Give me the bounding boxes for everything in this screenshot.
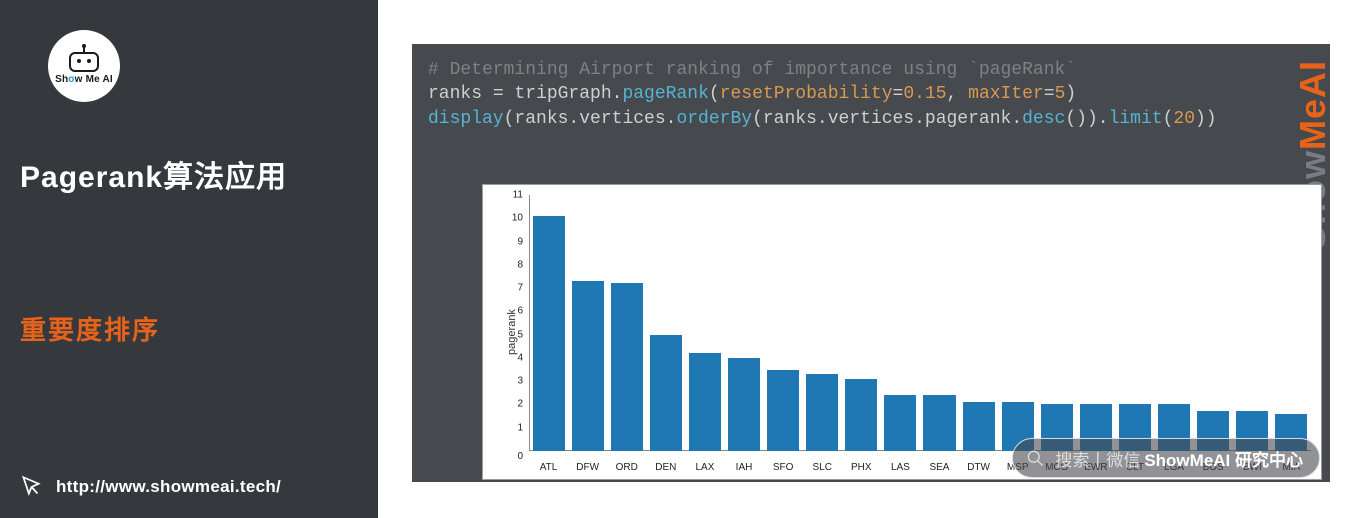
bar-dfw [572,281,604,451]
y-tick: 2 [517,399,523,410]
bar-slot [1037,195,1076,451]
url-row: http://www.showmeai.tech/ [18,474,281,500]
bar-iah [728,358,760,451]
bar-slot [685,195,724,451]
bar-slot [1076,195,1115,451]
search-pill: 搜索丨微信ShowMeAI 研究中心 [1012,438,1320,478]
bar-slot [724,195,763,451]
robot-icon [69,52,99,72]
bar-ord [611,283,643,451]
x-tick: ORD [607,462,646,473]
search-icon [1025,448,1045,468]
bar-slot [764,195,803,451]
bar-slot [1115,195,1154,451]
bar-slot [646,195,685,451]
bars-container [529,195,1311,451]
bar-slot [1233,195,1272,451]
logo: Show Me AI [48,30,360,102]
plot-area [529,195,1311,451]
y-tick: 10 [512,213,523,224]
bar-slot [842,195,881,451]
bar-slc [806,374,838,451]
bar-sfo [767,370,799,451]
logo-text: Show Me AI [55,74,113,85]
search-text: 搜索丨微信ShowMeAI 研究中心 [1055,446,1303,471]
bar-slot [1272,195,1311,451]
bar-lax [689,353,721,451]
x-tick: PHX [842,462,881,473]
sidebar: Show Me AI Pagerank算法应用 重要度排序 http://www… [0,0,378,518]
y-tick: 8 [517,259,523,270]
cursor-icon [18,474,44,500]
y-tick: 7 [517,283,523,294]
x-tick: DTW [959,462,998,473]
bar-slot [1155,195,1194,451]
x-tick: SFO [764,462,803,473]
content: ShowMeAI # Determining Airport ranking o… [378,0,1361,518]
page-subtitle: 重要度排序 [20,310,360,347]
code-chart-panel: ShowMeAI # Determining Airport ranking o… [412,44,1330,482]
y-tick: 1 [517,422,523,433]
x-tick: ATL [529,462,568,473]
bar-las [884,395,916,451]
y-tick: 4 [517,352,523,363]
x-tick: DEN [646,462,685,473]
x-tick: SLC [803,462,842,473]
slide: Show Me AI Pagerank算法应用 重要度排序 http://www… [0,0,1361,518]
code-comment: # Determining Airport ranking of importa… [428,60,1076,80]
x-tick: DFW [568,462,607,473]
logo-circle: Show Me AI [48,30,120,102]
x-tick: SEA [920,462,959,473]
y-tick: 3 [517,376,523,387]
bar-phx [845,379,877,451]
bar-slot [803,195,842,451]
x-tick: LAX [685,462,724,473]
pagerank-bar-chart: pagerank 01234567891011 ATLDFWORDDENLAXI… [482,184,1322,480]
bar-slot [529,195,568,451]
y-tick: 5 [517,329,523,340]
bar-sea [923,395,955,451]
y-tick: 6 [517,306,523,317]
bar-slot [920,195,959,451]
x-tick: IAH [724,462,763,473]
page-title: Pagerank算法应用 [20,152,360,196]
bar-slot [959,195,998,451]
bar-den [650,335,682,451]
y-tick: 9 [517,236,523,247]
y-tick: 11 [513,190,523,201]
x-tick: LAS [881,462,920,473]
url-text: http://www.showmeai.tech/ [56,477,281,497]
bar-dtw [963,402,995,451]
bar-slot [1194,195,1233,451]
bar-slot [881,195,920,451]
bar-slot [998,195,1037,451]
bar-slot [607,195,646,451]
bar-atl [533,216,565,451]
y-ticks: 01234567891011 [483,195,527,451]
code-block: # Determining Airport ranking of importa… [412,44,1330,139]
bar-slot [568,195,607,451]
